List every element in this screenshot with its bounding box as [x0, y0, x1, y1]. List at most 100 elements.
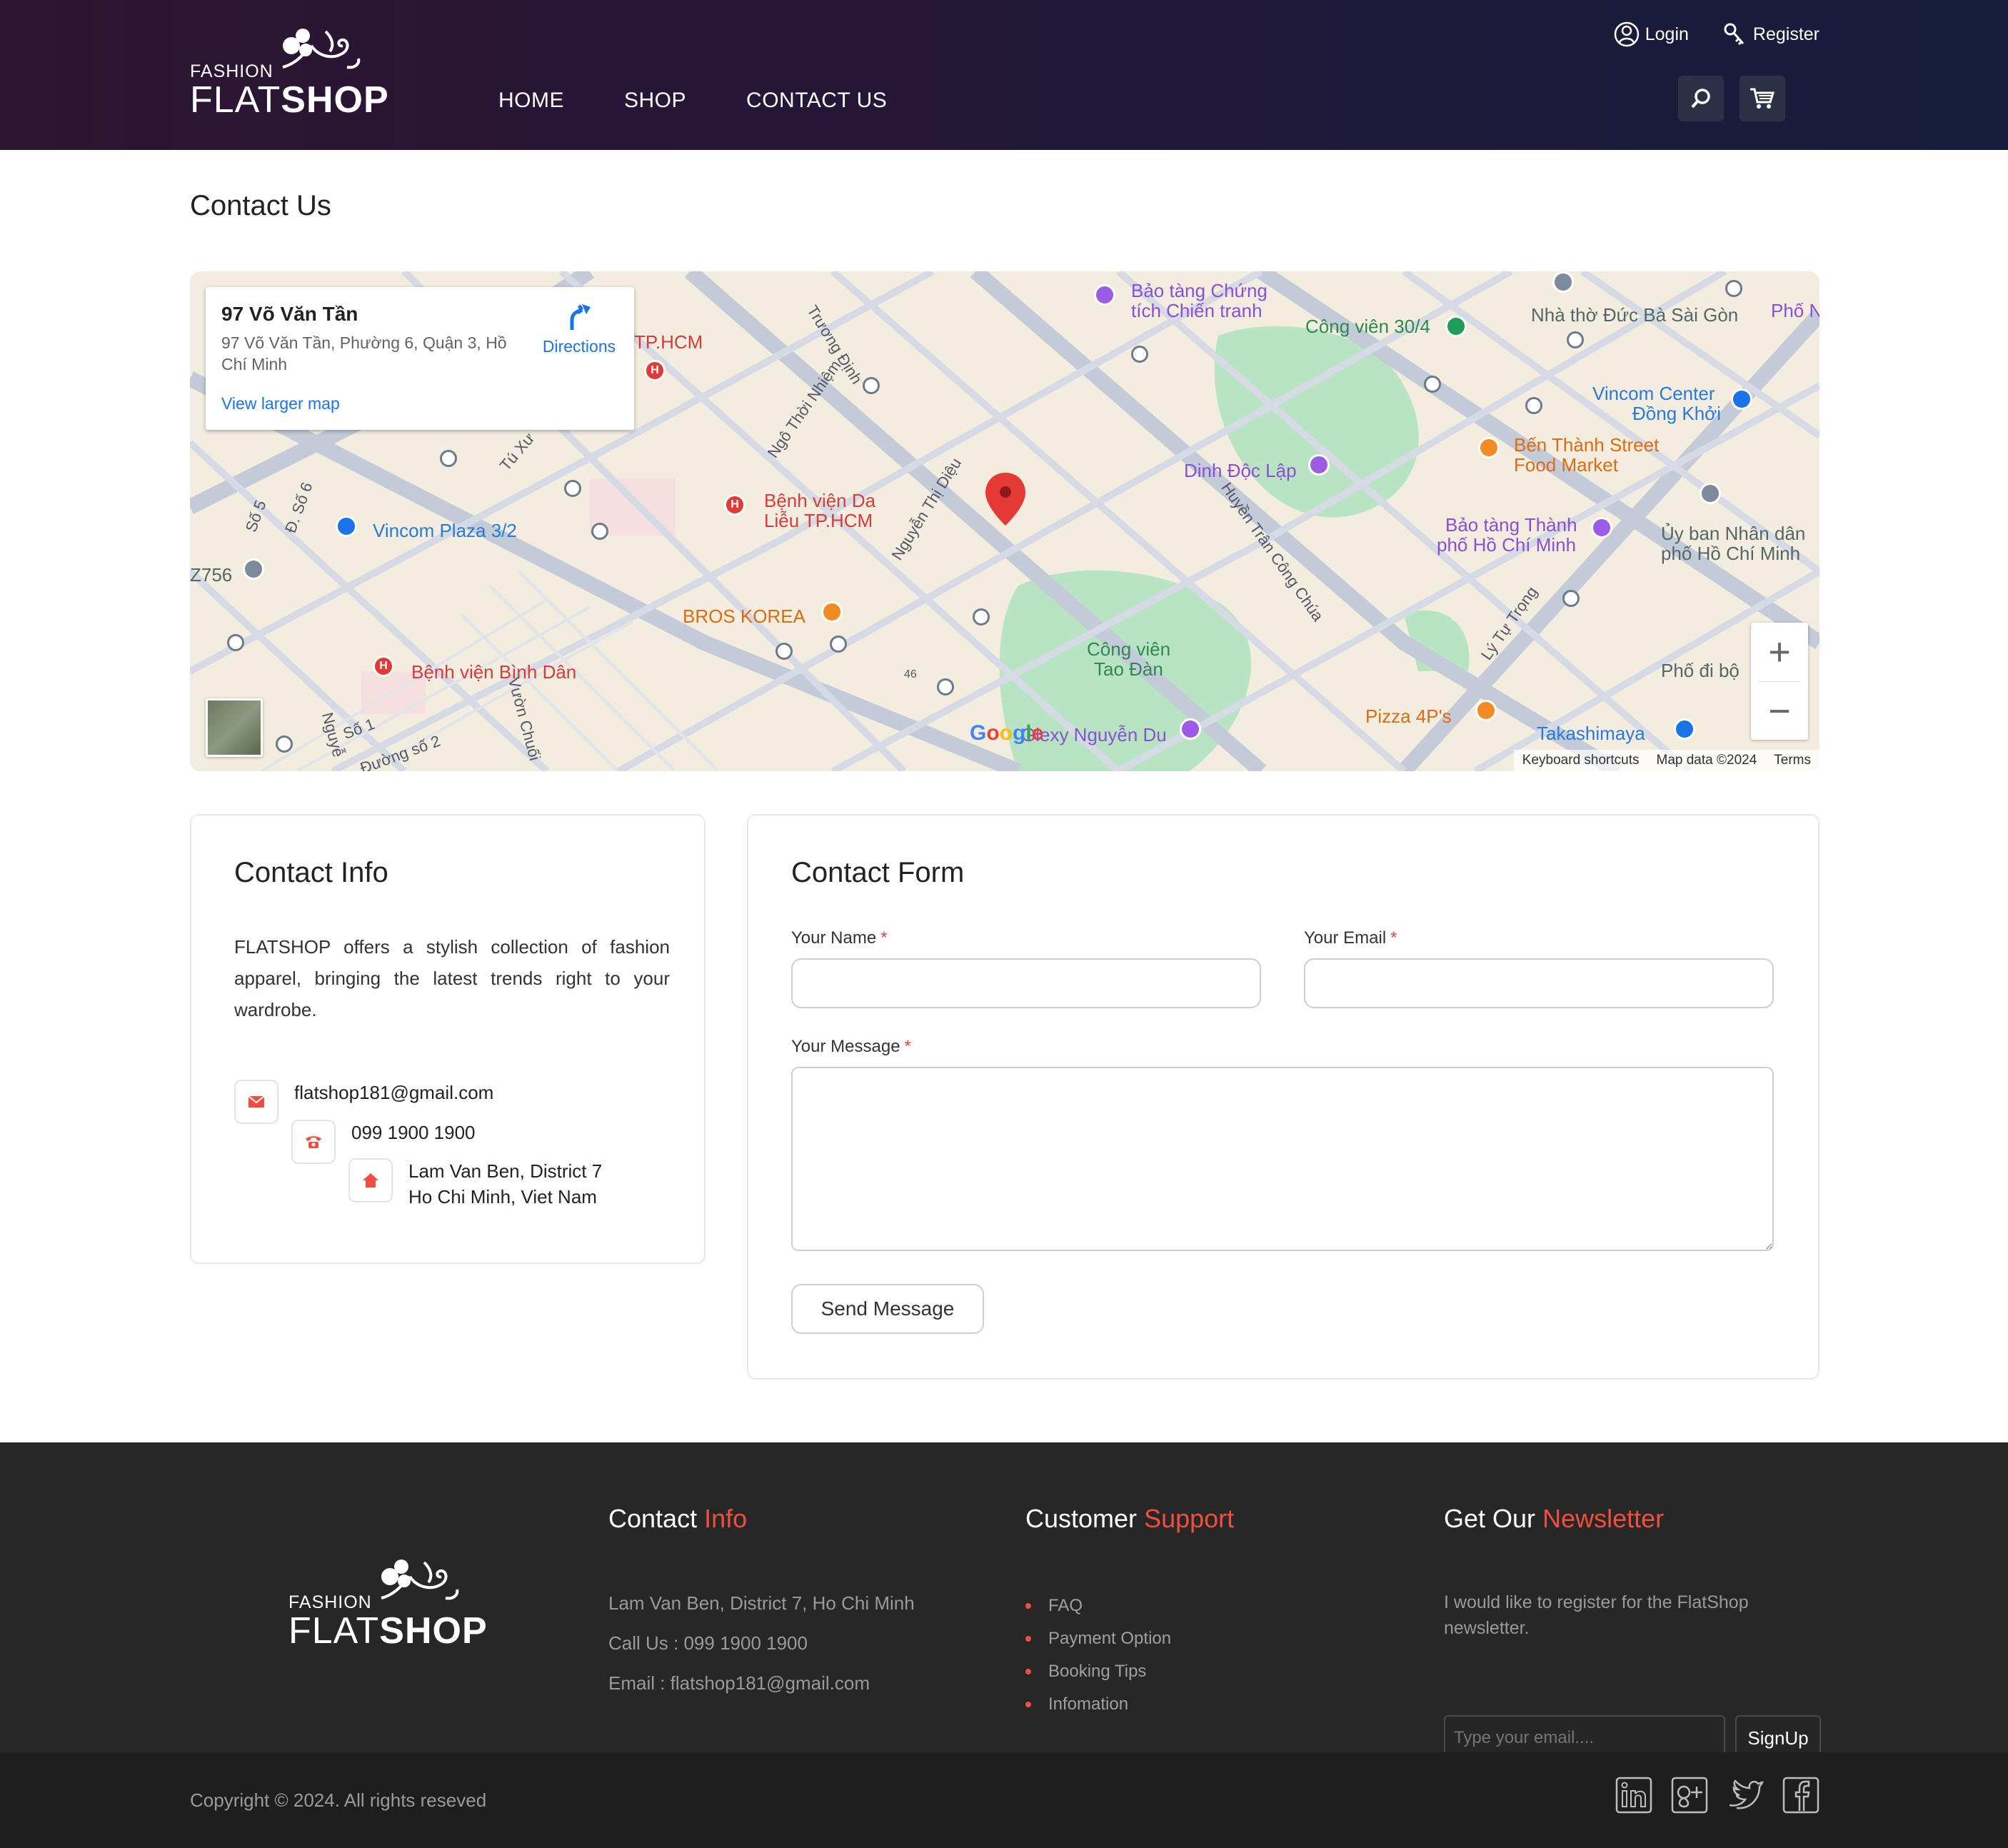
logo-brand-text: FLATSHOP: [288, 1610, 488, 1652]
cart-button[interactable]: [1740, 76, 1785, 121]
bus-stop-icon[interactable]: [1562, 590, 1580, 607]
restaurant-pin-icon[interactable]: [1478, 437, 1500, 458]
map-label[interactable]: Dinh Độc Lập: [1184, 460, 1297, 482]
contact-email[interactable]: flatshop181@gmail.com: [294, 1080, 493, 1105]
keyboard-shortcuts-link[interactable]: Keyboard shortcuts: [1522, 753, 1640, 768]
landmark-pin-icon[interactable]: [1308, 454, 1330, 476]
shopping-pin-icon[interactable]: [1731, 388, 1752, 410]
government-pin-icon[interactable]: [1700, 483, 1721, 504]
map-label[interactable]: phố Hồ Chí Minh: [1437, 534, 1576, 556]
map-label[interactable]: BROS KOREA: [683, 606, 805, 628]
bus-stop-icon[interactable]: [937, 678, 954, 695]
header-logo[interactable]: FASHION FLATSHOP: [190, 24, 388, 124]
home-icon: [348, 1158, 393, 1202]
map-label[interactable]: Nhà thờ Đức Bà Sài Gòn: [1531, 304, 1738, 326]
facebook-icon[interactable]: [1782, 1777, 1819, 1814]
map-label[interactable]: Bảo tàng Thành: [1445, 514, 1577, 536]
footer-newsletter-title: Get Our Newsletter: [1444, 1504, 1665, 1533]
map-label[interactable]: Vincom Plaza 3/2: [373, 520, 517, 542]
museum-pin-icon[interactable]: [1094, 284, 1115, 306]
zoom-in-button[interactable]: +: [1751, 623, 1808, 681]
support-link-payment[interactable]: Payment Option: [1025, 1622, 1171, 1655]
shopping-pin-icon[interactable]: [336, 516, 357, 537]
support-link-information[interactable]: Infomation: [1025, 1688, 1171, 1721]
bus-stop-icon[interactable]: [973, 608, 990, 626]
footer-newsletter: Get Our Newsletter I would like to regis…: [1444, 1504, 1822, 1775]
bus-stop-icon[interactable]: [1725, 280, 1742, 297]
header-tools: [1678, 76, 1785, 121]
map-label[interactable]: Công viên 30/4: [1305, 316, 1430, 338]
bus-stop-icon[interactable]: [440, 450, 457, 467]
linkedin-icon[interactable]: [1615, 1777, 1652, 1814]
park-pin-icon[interactable]: [1445, 316, 1467, 337]
google-plus-icon[interactable]: [1671, 1777, 1708, 1814]
login-link[interactable]: Login: [1614, 21, 1689, 47]
nav-contact-us[interactable]: CONTACT US: [746, 89, 887, 113]
send-message-button[interactable]: Send Message: [791, 1284, 984, 1334]
footer-logo[interactable]: FASHION FLATSHOP: [288, 1555, 487, 1662]
nav-home[interactable]: HOME: [498, 89, 564, 113]
map-label[interactable]: Ủy ban Nhân dân: [1661, 523, 1805, 545]
map-label[interactable]: Bệnh viện Da: [764, 490, 875, 512]
bus-stop-icon[interactable]: [830, 636, 847, 653]
email-input[interactable]: [1304, 958, 1774, 1008]
search-button[interactable]: [1678, 76, 1724, 121]
map-label[interactable]: Vincom Center: [1592, 383, 1715, 405]
bus-stop-icon[interactable]: [775, 643, 793, 660]
directions-link[interactable]: Directions: [533, 301, 626, 356]
map-label[interactable]: Tao Đàn: [1094, 658, 1163, 681]
hospital-pin-icon[interactable]: H: [724, 494, 746, 516]
zoom-out-button[interactable]: −: [1751, 682, 1808, 740]
hospital-pin-icon[interactable]: H: [644, 360, 666, 381]
bus-stop-icon[interactable]: [863, 377, 880, 394]
bus-stop-icon[interactable]: [227, 634, 244, 651]
twitter-icon[interactable]: [1727, 1777, 1764, 1814]
nav-shop[interactable]: SHOP: [624, 89, 686, 113]
map-label[interactable]: Bến Thành Street: [1514, 434, 1659, 456]
bus-stop-icon[interactable]: [276, 735, 293, 753]
bus-stop-icon[interactable]: [564, 480, 581, 497]
hospital-pin-icon[interactable]: H: [373, 656, 394, 677]
map-label[interactable]: tích Chiến tranh: [1131, 300, 1262, 322]
terms-link[interactable]: Terms: [1774, 753, 1811, 768]
bus-stop-icon[interactable]: [1567, 331, 1584, 348]
view-larger-map-link[interactable]: View larger map: [221, 394, 340, 413]
support-link-booking[interactable]: Booking Tips: [1025, 1655, 1171, 1688]
footer-phone[interactable]: Call Us : 099 1900 1900: [608, 1632, 808, 1654]
map-label[interactable]: Z756: [190, 564, 232, 586]
satellite-toggle-button[interactable]: [206, 698, 263, 757]
restaurant-pin-icon[interactable]: [821, 601, 843, 623]
map-label[interactable]: phố Hồ Chí Minh: [1661, 543, 1800, 565]
map-label[interactable]: Đồng Khởi: [1632, 403, 1721, 425]
map-label[interactable]: Bảo tàng Chứng: [1131, 280, 1267, 302]
name-input[interactable]: [791, 958, 1261, 1008]
cinema-pin-icon[interactable]: [1180, 718, 1201, 740]
map-label[interactable]: Liễu TP.HCM: [764, 510, 873, 532]
map-label[interactable]: Pizza 4P's: [1365, 705, 1452, 728]
map-label[interactable]: Bệnh viện Bình Dân: [411, 661, 576, 683]
bus-stop-icon[interactable]: [1525, 397, 1542, 414]
contact-info-title: Contact Info: [234, 857, 388, 888]
message-textarea[interactable]: [791, 1067, 1774, 1251]
restaurant-pin-icon[interactable]: [1475, 700, 1497, 721]
contact-phone[interactable]: 099 1900 1900: [351, 1120, 476, 1145]
map-label[interactable]: Food Market: [1514, 454, 1618, 476]
google-map[interactable]: 97 Võ Văn Tần 97 Võ Văn Tần, Phường 6, Q…: [190, 271, 1819, 771]
footer-email[interactable]: Email : flatshop181@gmail.com: [608, 1672, 870, 1694]
place-pin-icon[interactable]: [243, 558, 264, 580]
map-label[interactable]: TP.HCM: [634, 331, 703, 353]
register-link[interactable]: Register: [1723, 22, 1819, 46]
footer-contact-info: Contact Info Lam Van Ben, District 7, Ho…: [608, 1504, 980, 1718]
login-label: Login: [1645, 24, 1689, 44]
map-label[interactable]: Công viên: [1087, 638, 1170, 661]
bus-stop-icon[interactable]: [1424, 376, 1441, 393]
bus-stop-icon[interactable]: [1131, 346, 1148, 363]
shopping-pin-icon[interactable]: [1674, 718, 1695, 740]
support-link-faq[interactable]: FAQ: [1025, 1590, 1171, 1622]
map-label[interactable]: Takashimaya: [1537, 723, 1645, 745]
church-pin-icon[interactable]: [1552, 271, 1574, 293]
bus-stop-icon[interactable]: [591, 523, 608, 540]
map-label[interactable]: Phố N: [1771, 300, 1819, 322]
museum-pin-icon[interactable]: [1591, 517, 1612, 538]
map-label[interactable]: Phố đi bộ: [1661, 660, 1740, 682]
